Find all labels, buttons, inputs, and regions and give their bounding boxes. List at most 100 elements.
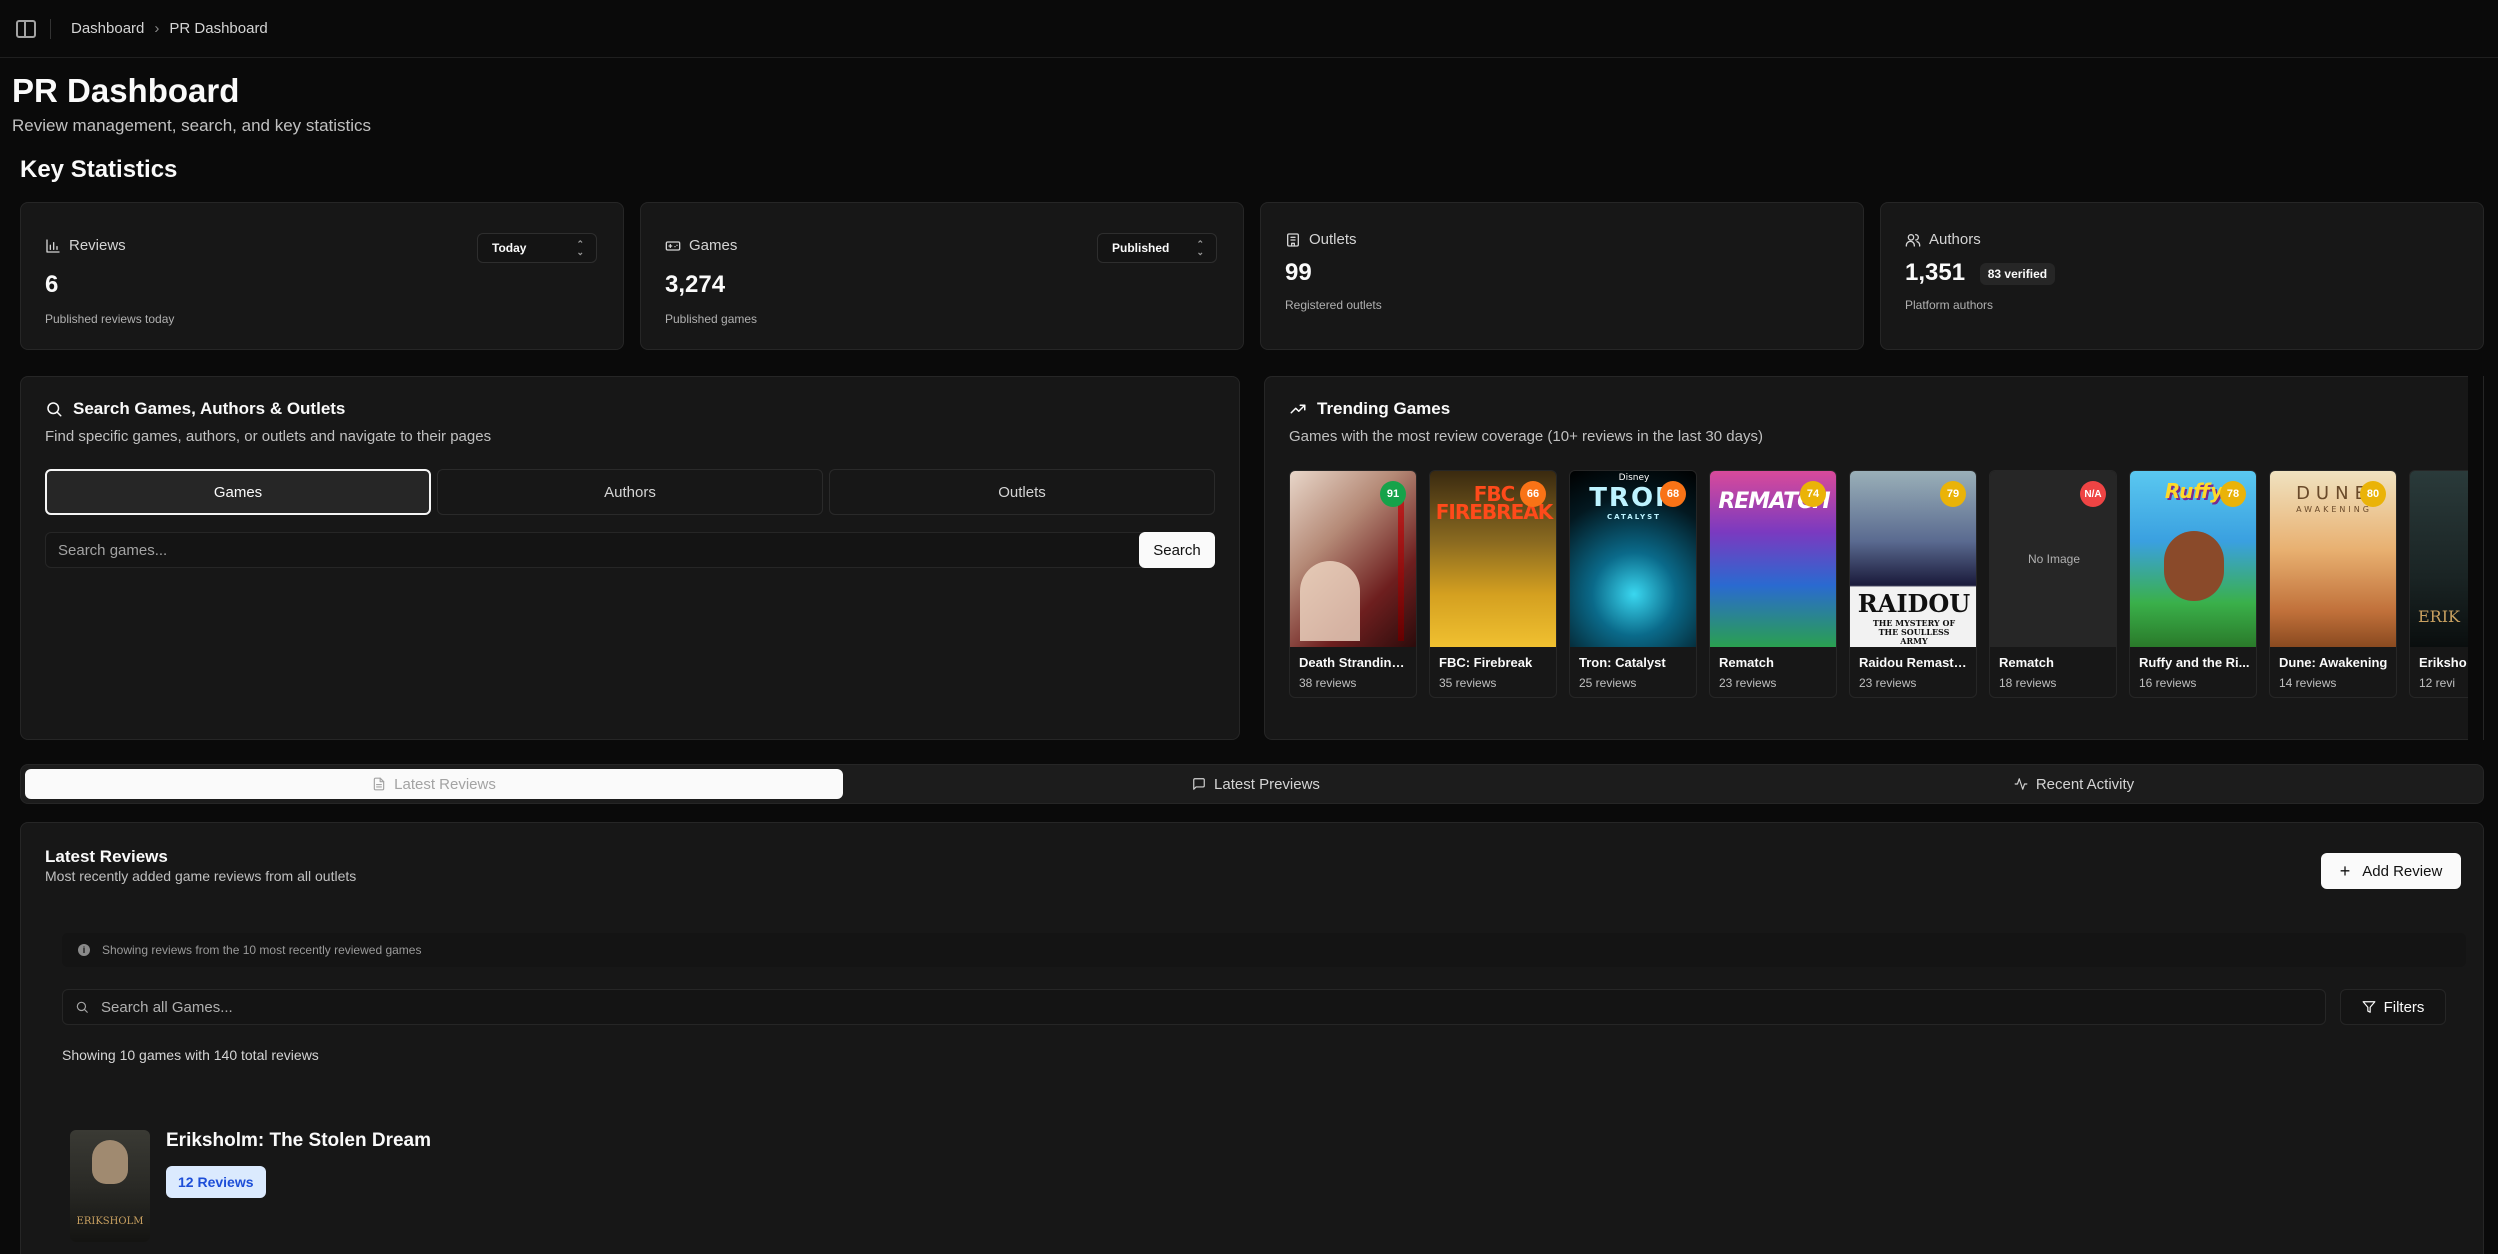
search-panel-title: Search Games, Authors & Outlets	[45, 399, 345, 419]
key-statistics-title: Key Statistics	[20, 156, 178, 183]
tab-recent-activity[interactable]: Recent Activity	[1669, 769, 2479, 799]
review-game-title[interactable]: Eriksholm: The Stolen Dream	[166, 1130, 431, 1152]
trending-game-card[interactable]: Ruffy 78 Ruffy and the Ri... 16 reviews	[2129, 470, 2257, 698]
search-tab-outlets[interactable]: Outlets	[829, 469, 1215, 515]
no-image-text: No Image	[2027, 552, 2081, 566]
tab-latest-reviews[interactable]: Latest Reviews	[25, 769, 843, 799]
review-count: 14 reviews	[2279, 676, 2337, 690]
stat-label-authors: Authors	[1905, 231, 1981, 248]
file-text-icon	[373, 777, 385, 791]
tab-latest-previews[interactable]: Latest Previews	[847, 769, 1665, 799]
message-square-icon	[1193, 778, 1205, 790]
latest-reviews-subtitle: Most recently added game reviews from al…	[45, 868, 357, 884]
search-panel-subtitle: Find specific games, authors, or outlets…	[45, 428, 492, 445]
game-thumbnail[interactable]: ERIKSHOLM	[70, 1130, 150, 1242]
stat-label-text: Reviews	[69, 237, 126, 254]
filter-icon	[2362, 1001, 2375, 1013]
search-title-text: Search Games, Authors & Outlets	[73, 399, 346, 418]
stat-desc-reviews: Published reviews today	[45, 312, 175, 326]
tab-label: Recent Activity	[2035, 775, 2135, 793]
review-count: 35 reviews	[1439, 676, 1497, 690]
latest-reviews-title: Latest Reviews	[45, 847, 168, 866]
game-name: Tron: Catalyst	[1579, 655, 1666, 670]
search-button[interactable]: Search	[1139, 532, 1215, 568]
cover-subtitle: CATALYST	[1607, 513, 1661, 521]
reviews-period-select[interactable]: Today ⌃ ⌄	[477, 233, 597, 263]
cover-decoration	[92, 1140, 128, 1184]
trending-game-card[interactable]: DUNE AWAKENING 80 Dune: Awakening 14 rev…	[2269, 470, 2397, 698]
search-games-input[interactable]: Search games...	[45, 532, 1159, 568]
review-count: 23 reviews	[1859, 676, 1917, 690]
game-name: FBC: Firebreak	[1439, 655, 1533, 670]
cover-subtitle: THE MYSTERY OF THE SOULLESS ARMY	[1872, 618, 1956, 646]
score-badge: 66	[1520, 481, 1546, 507]
select-value: Published	[1112, 241, 1170, 255]
trending-game-card[interactable]: Disney TRON CATALYST 68 Tron: Catalyst 2…	[1569, 470, 1697, 698]
cover-title: RAIDOU	[1857, 589, 1971, 618]
stat-label-text: Outlets	[1309, 231, 1357, 248]
page-title: PR Dashboard	[12, 72, 240, 109]
info-icon: i	[78, 944, 90, 956]
search-tab-authors[interactable]: Authors	[437, 469, 823, 515]
game-name: Rematch	[1999, 655, 2054, 670]
building-icon	[1287, 232, 1299, 247]
reviews-count-badge[interactable]: 12 Reviews	[166, 1166, 266, 1198]
info-notice: i Showing reviews from the 10 most recen…	[62, 933, 2466, 967]
review-count: 25 reviews	[1579, 676, 1637, 690]
stat-value-reviews: 6	[45, 271, 59, 298]
search-all-games-input[interactable]: Search all Games...	[62, 989, 2326, 1025]
review-count: 18 reviews	[1999, 676, 2057, 690]
review-count: 12 revi	[2419, 676, 2456, 690]
authors-count: 1,351	[1905, 259, 1966, 286]
gamepad-icon	[665, 240, 681, 251]
trending-game-card[interactable]: No Image N/A Rematch 18 reviews	[1989, 470, 2117, 698]
chevron-up-down-icon: ⌃ ⌄	[576, 239, 584, 257]
stat-desc-authors: Platform authors	[1905, 298, 1994, 312]
stat-value-games: 3,274	[665, 271, 726, 298]
activity-icon	[2014, 778, 2028, 790]
score-badge: 74	[1800, 481, 1826, 507]
game-name: Death Stranding ...	[1299, 655, 1411, 670]
users-icon	[1905, 233, 1921, 247]
stat-label-reviews: Reviews	[45, 237, 126, 254]
tab-label: Latest Previews	[1214, 775, 1320, 793]
info-text: Showing reviews from the 10 most recentl…	[102, 943, 422, 957]
cover-title: ERIKSHOLM	[76, 1216, 144, 1227]
trending-panel-subtitle: Games with the most review coverage (10+…	[1289, 428, 1763, 445]
stat-label-text: Authors	[1929, 231, 1981, 248]
score-badge: 68	[1660, 481, 1686, 507]
trending-game-card[interactable]: REMATCH 74 Rematch 23 reviews	[1709, 470, 1837, 698]
filters-button[interactable]: Filters	[2340, 989, 2446, 1025]
cover-subtitle: AWAKENING	[2296, 505, 2372, 514]
trending-panel-title: Trending Games	[1289, 399, 1450, 419]
score-badge: 91	[1380, 481, 1406, 507]
game-name: Rematch	[1719, 655, 1774, 670]
tab-label: Latest Reviews	[394, 775, 496, 793]
search-tab-games[interactable]: Games	[45, 469, 431, 515]
trending-title-text: Trending Games	[1317, 399, 1451, 418]
game-name: Dune: Awakening	[2279, 655, 2388, 670]
review-count: 38 reviews	[1299, 676, 1357, 690]
breadcrumb-current: PR Dashboard	[169, 20, 268, 37]
breadcrumb-dashboard[interactable]: Dashboard	[71, 20, 144, 37]
trending-game-card[interactable]: RAIDOU THE MYSTERY OF THE SOULLESS ARMY …	[1849, 470, 1977, 698]
trending-game-card[interactable]: 91 Death Stranding ... 38 reviews	[1289, 470, 1417, 698]
score-badge: N/A	[2080, 481, 2106, 507]
stat-card-reviews: Reviews Today ⌃ ⌄ 6 Published reviews tod…	[20, 202, 624, 350]
stat-desc-outlets: Registered outlets	[1285, 298, 1382, 312]
latest-reviews-panel: Latest Reviews Most recently added game …	[20, 822, 2484, 1254]
stat-label-games: Games	[665, 237, 737, 254]
divider	[50, 18, 51, 39]
game-name: Raidou Remaste...	[1859, 655, 1971, 670]
sidebar-toggle-icon[interactable]	[16, 19, 36, 38]
add-review-button[interactable]: + Add Review	[2321, 853, 2461, 889]
content-tabs: Latest Reviews Latest Previews Recent Ac…	[20, 764, 2484, 804]
cover-decoration	[1398, 491, 1404, 641]
score-badge: 80	[2360, 481, 2386, 507]
panel-border	[2483, 376, 2484, 740]
trending-game-card[interactable]: FBC FIREBREAK 66 FBC: Firebreak 35 revie…	[1429, 470, 1557, 698]
verified-badge: 83 verified	[1979, 262, 2056, 285]
results-summary: Showing 10 games with 140 total reviews	[62, 1047, 319, 1063]
search-placeholder: Search all Games...	[101, 998, 233, 1016]
games-status-select[interactable]: Published ⌃ ⌄	[1097, 233, 1217, 263]
